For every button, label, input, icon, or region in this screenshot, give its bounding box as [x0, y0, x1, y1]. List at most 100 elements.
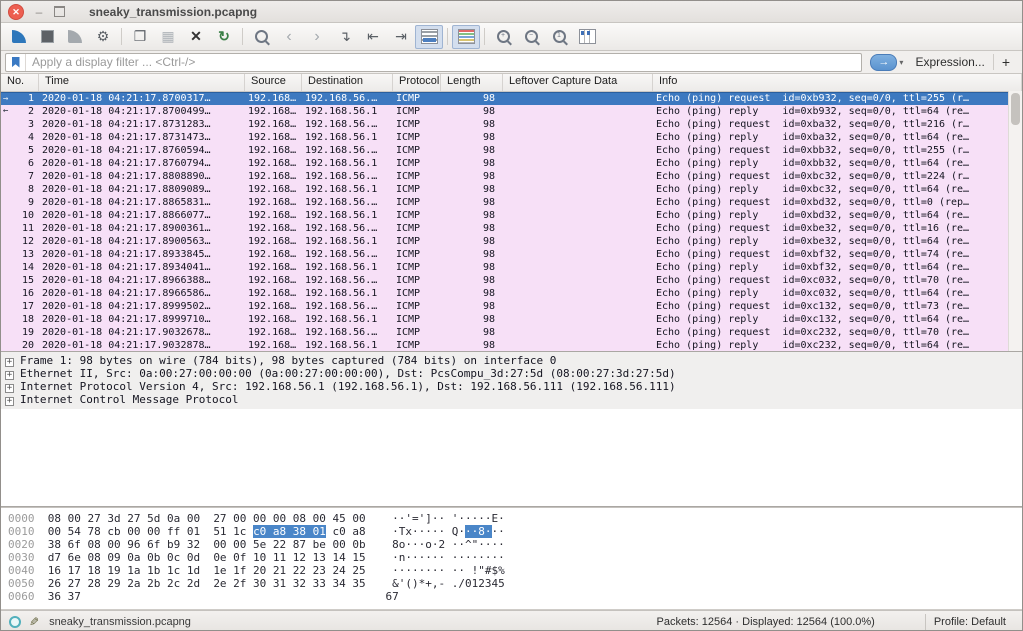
packet-cell-leftover	[503, 196, 653, 209]
packet-cell-len: 98	[441, 131, 503, 144]
expand-icon[interactable]: +	[5, 358, 14, 367]
packet-row[interactable]: 162020-01-18 04:21:17.8966586…192.168…19…	[1, 287, 1022, 300]
zoom-original-button[interactable]: 1	[545, 25, 573, 49]
hex-row[interactable]: 0030 d7 6e 08 09 0a 0b 0c 0d 0e 0f 10 11…	[1, 551, 1022, 564]
packet-row[interactable]: 32020-01-18 04:21:17.8731283…192.168…192…	[1, 118, 1022, 131]
packet-cell-src: 192.168…	[245, 287, 302, 300]
hex-row[interactable]: 0040 16 17 18 19 1a 1b 1c 1d 1e 1f 20 21…	[1, 564, 1022, 577]
packet-cell-leftover	[503, 183, 653, 196]
zoom-in-button[interactable]: +	[489, 25, 517, 49]
packet-row[interactable]: 152020-01-18 04:21:17.8966388…192.168…19…	[1, 274, 1022, 287]
column-header[interactable]: Info	[653, 74, 1022, 91]
packet-row[interactable]: 112020-01-18 04:21:17.8900361…192.168…19…	[1, 222, 1022, 235]
go-to-packet-button[interactable]: ↴	[331, 25, 359, 49]
display-filter-input[interactable]: Apply a display filter ... <Ctrl-/>	[5, 53, 862, 72]
capture-options-button[interactable]: ⚙	[89, 25, 117, 49]
start-capture-button[interactable]	[5, 25, 33, 49]
packet-row[interactable]: 1→2020-01-18 04:21:17.8700317…192.168…19…	[1, 92, 1022, 105]
expand-icon[interactable]: +	[5, 397, 14, 406]
packet-row[interactable]: 52020-01-18 04:21:17.8760594…192.168…192…	[1, 144, 1022, 157]
detail-tree-row[interactable]: +Internet Control Message Protocol	[1, 393, 1022, 406]
hex-row[interactable]: 0000 08 00 27 3d 27 5d 0a 00 27 00 00 00…	[1, 512, 1022, 525]
packet-row[interactable]: 172020-01-18 04:21:17.8999502…192.168…19…	[1, 300, 1022, 313]
packet-cell-leftover	[503, 209, 653, 222]
hex-row[interactable]: 0050 26 27 28 29 2a 2b 2c 2d 2e 2f 30 31…	[1, 577, 1022, 590]
column-header[interactable]: Destination	[302, 74, 393, 91]
packet-cell-src: 192.168…	[245, 144, 302, 157]
packet-cell-no: 16	[1, 287, 39, 300]
apply-filter-button[interactable]: →	[870, 54, 897, 71]
go-first-packet-button[interactable]: ⇤	[359, 25, 387, 49]
packet-cell-dst: 192.168.56.…	[302, 222, 393, 235]
packet-row[interactable]: 142020-01-18 04:21:17.8934041…192.168…19…	[1, 261, 1022, 274]
hex-offset: 0000	[8, 512, 35, 525]
packet-cell-no: 19	[1, 326, 39, 339]
save-file-button[interactable]: ▦	[154, 25, 182, 49]
hex-row[interactable]: 0060 36 37 67	[1, 590, 1022, 603]
expand-icon[interactable]: +	[5, 384, 14, 393]
filter-bookmark-button[interactable]	[6, 54, 26, 71]
column-header[interactable]: No.	[1, 74, 39, 91]
packet-row[interactable]: 102020-01-18 04:21:17.8866077…192.168…19…	[1, 209, 1022, 222]
stop-capture-button[interactable]	[33, 25, 61, 49]
restart-capture-button[interactable]	[61, 25, 89, 49]
expert-info-icon[interactable]	[9, 616, 21, 628]
packet-cell-leftover	[503, 313, 653, 326]
packet-cell-leftover	[503, 326, 653, 339]
packet-row[interactable]: 2←2020-01-18 04:21:17.8700499…192.168…19…	[1, 105, 1022, 118]
packet-cell-proto: ICMP	[393, 339, 441, 352]
packet-cell-no: 2←	[1, 105, 39, 118]
resize-columns-button[interactable]	[573, 25, 601, 49]
hex-row[interactable]: 0010 00 54 78 cb 00 00 ff 01 51 1c c0 a8…	[1, 525, 1022, 538]
packet-row[interactable]: 202020-01-18 04:21:17.9032878…192.168…19…	[1, 339, 1022, 352]
expand-icon[interactable]: +	[5, 371, 14, 380]
packet-row[interactable]: 132020-01-18 04:21:17.8933845…192.168…19…	[1, 248, 1022, 261]
packet-row[interactable]: 42020-01-18 04:21:17.8731473…192.168…192…	[1, 131, 1022, 144]
window-maximize-button[interactable]	[54, 6, 65, 17]
packet-row[interactable]: 182020-01-18 04:21:17.8999710…192.168…19…	[1, 313, 1022, 326]
packet-cell-no: 13	[1, 248, 39, 261]
add-filter-button[interactable]: +	[993, 54, 1018, 70]
packet-row[interactable]: 62020-01-18 04:21:17.8760794…192.168…192…	[1, 157, 1022, 170]
open-file-button[interactable]: ❐	[126, 25, 154, 49]
go-forward-button[interactable]: ›	[303, 25, 331, 49]
detail-tree-row[interactable]: +Ethernet II, Src: 0a:00:27:00:00:00 (0a…	[1, 367, 1022, 380]
selected-ascii: ··8·	[465, 525, 492, 538]
packet-cell-dst: 192.168.56.1	[302, 209, 393, 222]
zoom-out-button[interactable]: −	[517, 25, 545, 49]
close-file-button[interactable]: ✕	[182, 25, 210, 49]
status-profile[interactable]: Profile: Default	[925, 614, 1014, 630]
go-last-packet-button[interactable]: ⇥	[387, 25, 415, 49]
packet-list-scrollbar[interactable]	[1008, 91, 1022, 351]
filter-history-dropdown[interactable]: ▾	[899, 58, 903, 67]
column-header[interactable]: Length	[441, 74, 503, 91]
column-header[interactable]: Time	[39, 74, 245, 91]
packet-cell-proto: ICMP	[393, 313, 441, 326]
packet-cell-time: 2020-01-18 04:21:17.9032678…	[39, 326, 245, 339]
scrollbar-thumb[interactable]	[1011, 93, 1020, 125]
auto-scroll-toggle[interactable]	[415, 25, 443, 49]
column-header[interactable]: Leftover Capture Data	[503, 74, 653, 91]
capture-comment-icon[interactable]: ✎	[29, 615, 39, 629]
find-packet-button[interactable]	[247, 25, 275, 49]
detail-tree-row[interactable]: +Internet Protocol Version 4, Src: 192.1…	[1, 380, 1022, 393]
column-header[interactable]: Source	[245, 74, 302, 91]
search-icon	[255, 30, 268, 43]
packet-details-pane: +Frame 1: 98 bytes on wire (784 bits), 9…	[1, 352, 1022, 507]
window-close-button[interactable]: ✕	[8, 4, 24, 20]
packet-row[interactable]: 92020-01-18 04:21:17.8865831…192.168…192…	[1, 196, 1022, 209]
reload-file-button[interactable]: ↻	[210, 25, 238, 49]
packet-row[interactable]: 82020-01-18 04:21:17.8809089…192.168…192…	[1, 183, 1022, 196]
detail-tree-row[interactable]: +Frame 1: 98 bytes on wire (784 bits), 9…	[1, 354, 1022, 367]
packet-row[interactable]: 192020-01-18 04:21:17.9032678…192.168…19…	[1, 326, 1022, 339]
expression-button[interactable]: Expression...	[907, 55, 992, 69]
packet-row[interactable]: 122020-01-18 04:21:17.8900563…192.168…19…	[1, 235, 1022, 248]
column-header[interactable]: Protocol	[393, 74, 441, 91]
hex-row[interactable]: 0020 38 6f 08 00 96 6f b9 32 00 00 5e 22…	[1, 538, 1022, 551]
window-minimize-button[interactable]: –	[34, 7, 44, 17]
go-back-button[interactable]: ‹	[275, 25, 303, 49]
packet-row[interactable]: 72020-01-18 04:21:17.8808890…192.168…192…	[1, 170, 1022, 183]
colorize-toggle[interactable]	[452, 25, 480, 49]
packet-cell-info: Echo (ping) request id=0xc232, seq=0/0, …	[653, 326, 1022, 339]
status-filename: sneaky_transmission.pcapng	[49, 616, 191, 628]
